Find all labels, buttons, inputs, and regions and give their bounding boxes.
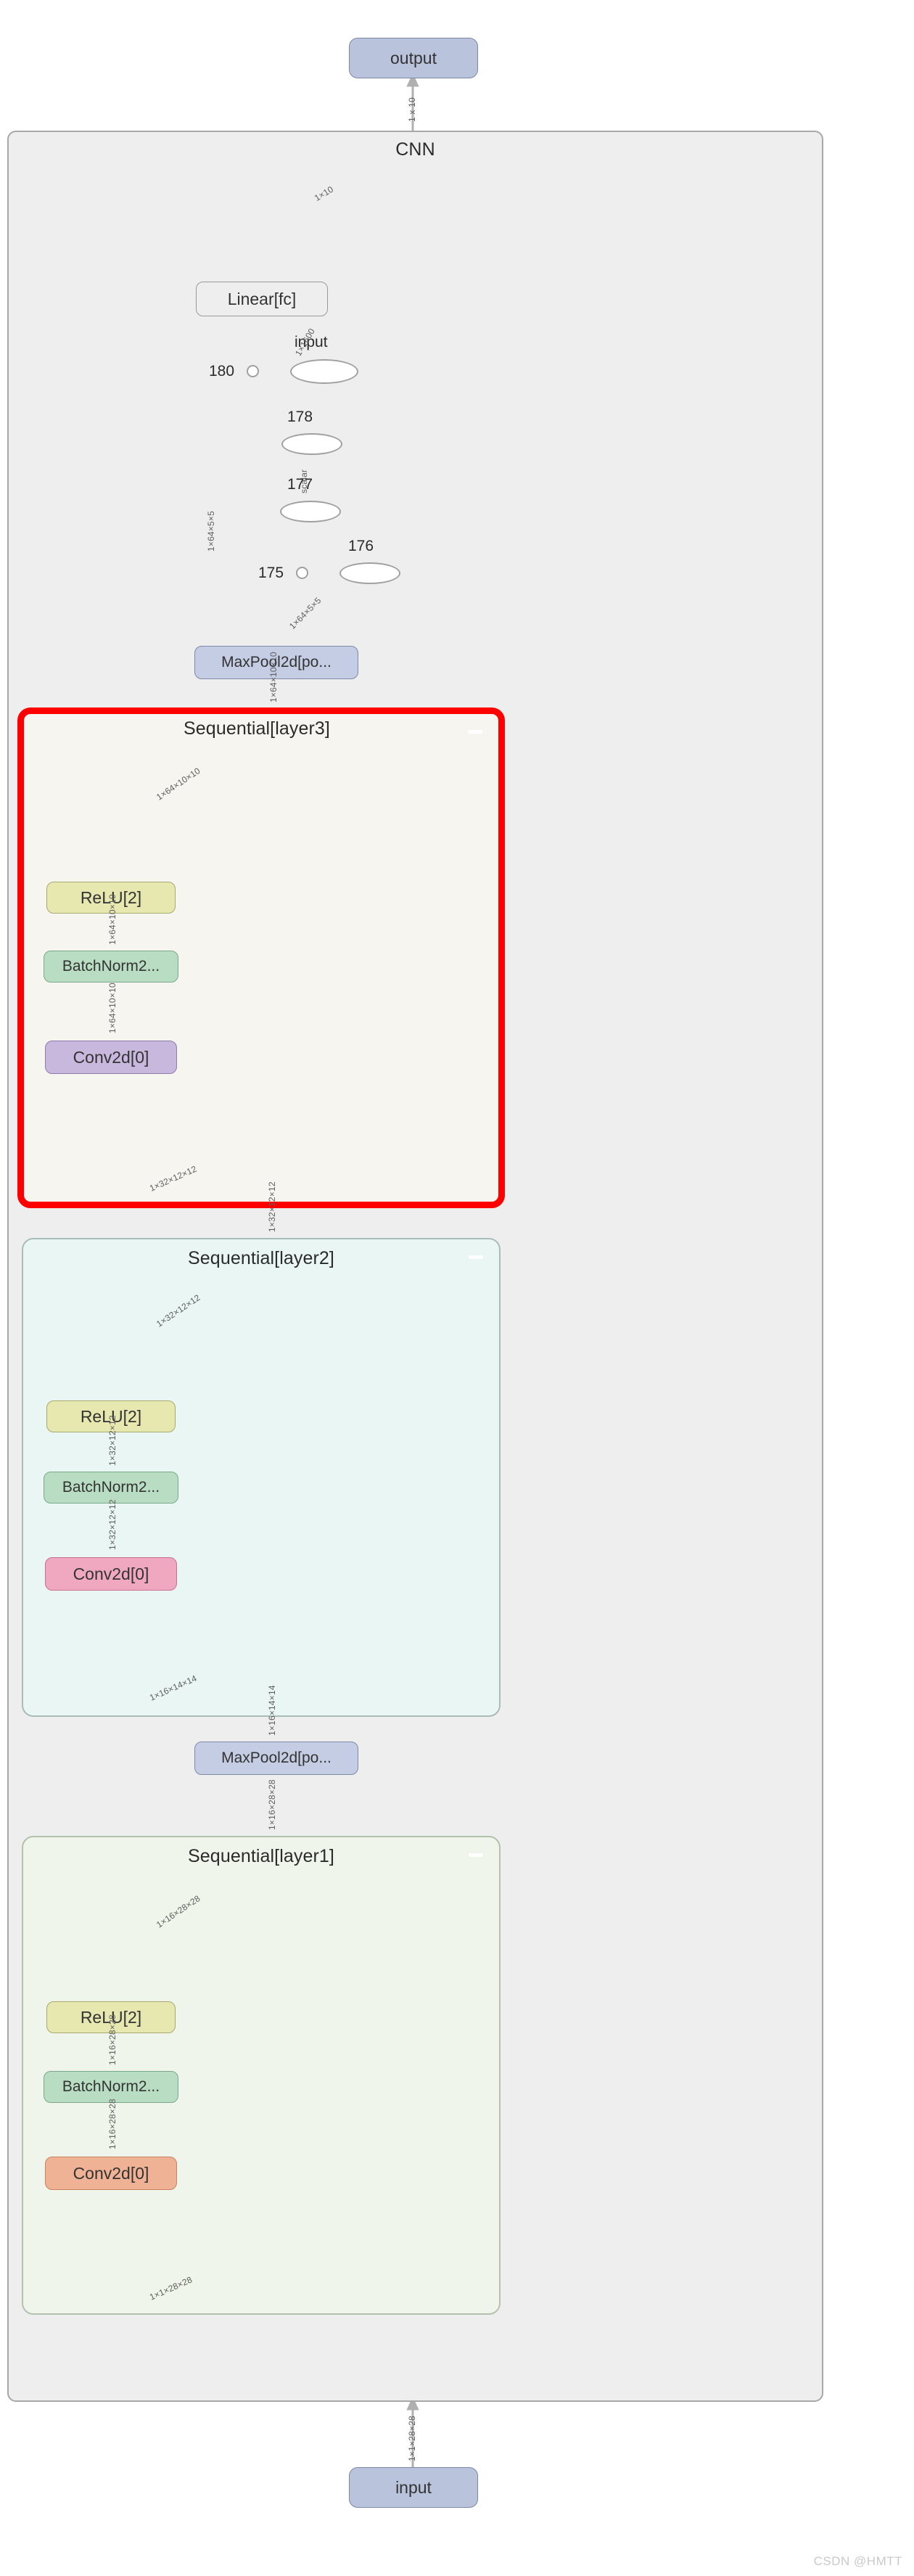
cluster-layer1-label: Sequential[layer1] bbox=[188, 1846, 334, 1866]
edge-label-pool-mid-in: 1×16×28×28 bbox=[267, 1779, 277, 1830]
node-layer3-batchnorm[interactable]: BatchNorm2... bbox=[44, 951, 178, 983]
edge-label-op177-to-op178: scalar bbox=[299, 469, 309, 493]
edge-label-layer1-conv-to-bn: 1×16×28×28 bbox=[107, 2099, 118, 2149]
node-output[interactable]: output bbox=[349, 38, 478, 78]
const-node-175-dot[interactable] bbox=[296, 567, 308, 579]
cluster-layer2-label: Sequential[layer2] bbox=[188, 1248, 334, 1268]
node-maxpool2d-mid[interactable]: MaxPool2d[po... bbox=[194, 1742, 358, 1775]
edge-label-layer3-conv-to-bn: 1×64×10×10 bbox=[107, 983, 118, 1033]
edge-label-input-to-cnn: 1×1×28×28 bbox=[407, 2416, 417, 2461]
edge-label-layer2-conv-to-bn: 1×32×12×12 bbox=[107, 1499, 118, 1550]
diagram-canvas: CNN Sequential[layer3] Sequential[layer2… bbox=[0, 0, 914, 2576]
edge-label-layer1-bn-to-relu: 1×16×28×28 bbox=[107, 2014, 118, 2065]
edge-label-output: 1 x 10 bbox=[407, 97, 417, 122]
cluster-cnn-label: CNN bbox=[395, 139, 435, 160]
node-layer2-conv2d[interactable]: Conv2d[0] bbox=[45, 1557, 177, 1591]
op-node-input-ellipse[interactable] bbox=[290, 359, 358, 384]
edge-label-layer3-bn-to-relu: 1×64×10×10 bbox=[107, 894, 118, 945]
edge-label-layer3-to-pool: 1×64×10×10 bbox=[268, 652, 279, 702]
edge-label-pool-to-opinput: 1×64×5×5 bbox=[206, 511, 216, 551]
node-linear-fc[interactable]: Linear[fc] bbox=[196, 282, 328, 316]
edge-label-pool-mid-out: 1×16×14×14 bbox=[267, 1685, 277, 1736]
cluster-layer3-label: Sequential[layer3] bbox=[184, 718, 330, 739]
edge-label-layer2-to-layer3: 1×32×12×12 bbox=[267, 1181, 277, 1232]
node-layer1-conv2d[interactable]: Conv2d[0] bbox=[45, 2157, 177, 2190]
op-node-176-ellipse[interactable] bbox=[339, 562, 400, 584]
edge-label-layer2-bn-to-relu: 1×32×12×12 bbox=[107, 1415, 118, 1466]
op-node-178-label: 178 bbox=[287, 409, 313, 425]
const-node-175-label: 175 bbox=[258, 565, 284, 581]
const-node-180-label: 180 bbox=[209, 363, 235, 380]
op-node-177-ellipse[interactable] bbox=[280, 501, 341, 522]
node-input[interactable]: input bbox=[349, 2467, 478, 2508]
watermark: CSDN @HMTT bbox=[813, 2554, 902, 2568]
op-node-176-label: 176 bbox=[348, 538, 374, 554]
const-node-180-dot[interactable] bbox=[247, 365, 259, 377]
op-node-178-ellipse[interactable] bbox=[281, 433, 342, 455]
node-layer3-conv2d[interactable]: Conv2d[0] bbox=[45, 1041, 177, 1074]
